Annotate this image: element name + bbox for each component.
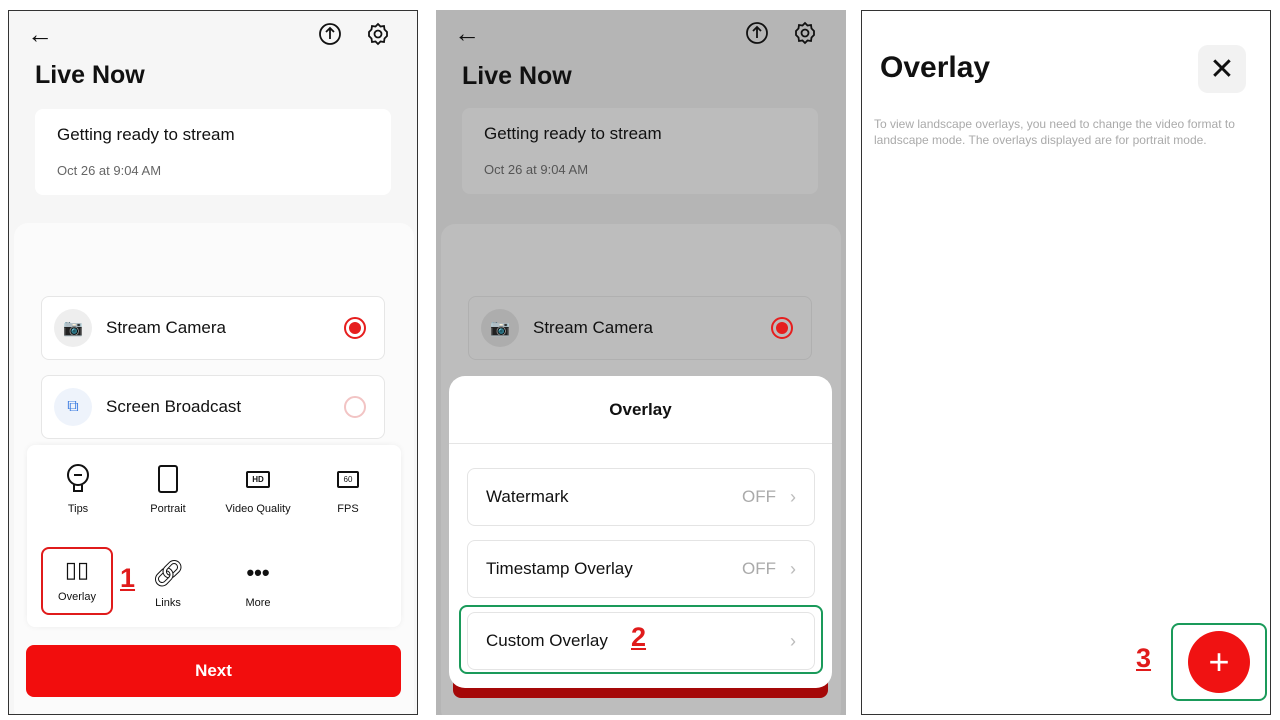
stream-date: Oct 26 at 9:04 AM [57,163,162,178]
tool-more[interactable]: ••• More [213,555,303,609]
step-number: 3 [1136,643,1152,673]
tool-overlay[interactable]: ▯▯ Overlay [41,547,113,615]
option-stream-camera[interactable]: 📷 Stream Camera [41,296,385,360]
option-stream-camera[interactable]: 📷 Stream Camera [468,296,812,360]
tool-portrait[interactable]: Portrait [123,461,213,515]
fps-icon: 60 [303,461,393,497]
live-now-screen: ← Live Now Getting ready to stream Oct 2… [8,10,418,715]
radio-unselected[interactable] [344,396,366,418]
settings-gear-icon[interactable] [363,19,393,49]
camera-icon: 📷 [481,309,519,347]
row-state: OFF [742,559,776,578]
overlay-bottom-sheet: Overlay Watermark OFF › Timestamp Overlay O… [449,376,832,688]
row-label: Watermark [486,487,569,506]
back-arrow-icon[interactable]: ← [25,19,55,49]
close-icon[interactable]: ✕ [1198,45,1246,93]
stream-title: Getting ready to stream [484,124,662,143]
tool-label: Links [155,597,181,609]
tool-tips[interactable]: Tips [33,461,123,515]
row-label: Timestamp Overlay [486,559,633,578]
overlay-sheet-screen: ← Live Now Getting ready to stream Oct 2… [436,10,846,715]
settings-gear-icon[interactable] [790,18,820,48]
option-screen-broadcast[interactable]: ⧉ Screen Broadcast [41,375,385,439]
hd-icon: HD [213,461,303,497]
tool-links[interactable]: 🔗︎ Links [123,555,213,610]
row-timestamp-overlay[interactable]: Timestamp Overlay OFF › [467,540,815,598]
landscape-note: To view landscape overlays, you need to … [874,117,1235,147]
tool-label: Tips [67,503,89,515]
stream-title: Getting ready to stream [57,125,235,144]
page-title: Overlay [880,51,991,84]
chevron-right-icon: › [790,558,796,579]
tool-label: More [245,597,271,609]
row-state: OFF [742,487,776,506]
back-arrow-icon[interactable]: ← [452,18,482,48]
option-label: Screen Broadcast [106,397,242,416]
next-button[interactable]: Next [26,645,401,697]
page-title: Live Now [462,62,572,90]
tool-fps[interactable]: 60 FPS [303,461,393,515]
tool-label: Portrait [150,503,186,515]
option-label: Stream Camera [533,318,653,337]
option-label: Stream Camera [106,318,226,337]
chevron-right-icon: › [790,486,796,507]
lightbulb-icon [33,461,123,497]
stream-status-card: Getting ready to stream Oct 26 at 9:04 A… [35,109,391,195]
sheet-title: Overlay [609,400,672,419]
radio-selected[interactable] [344,317,366,339]
camera-icon: 📷 [54,309,92,347]
share-icon[interactable] [315,19,345,49]
divider [449,443,832,444]
stream-status-card: Getting ready to stream Oct 26 at 9:04 A… [462,108,818,194]
step-number: 2 [631,622,647,652]
stream-date: Oct 26 at 9:04 AM [484,162,589,177]
add-overlay-button[interactable]: + [1188,631,1250,693]
link-icon: 🔗︎ [151,557,185,588]
row-watermark[interactable]: Watermark OFF › [467,468,815,526]
overlay-screen: Overlay ✕ To view landscape overlays, yo… [861,10,1271,715]
tool-label: FPS [337,503,359,515]
tool-label: Overlay [58,591,96,603]
tool-label: Video Quality [225,503,291,515]
tool-video-quality[interactable]: HD Video Quality [213,461,303,515]
more-icon: ••• [246,560,270,585]
cast-icon: ⧉ [54,388,92,426]
page-title: Live Now [35,61,145,89]
share-icon[interactable] [742,18,772,48]
radio-selected[interactable] [771,317,793,339]
overlay-icon: ▯▯ [64,557,90,582]
portrait-icon [123,461,213,497]
